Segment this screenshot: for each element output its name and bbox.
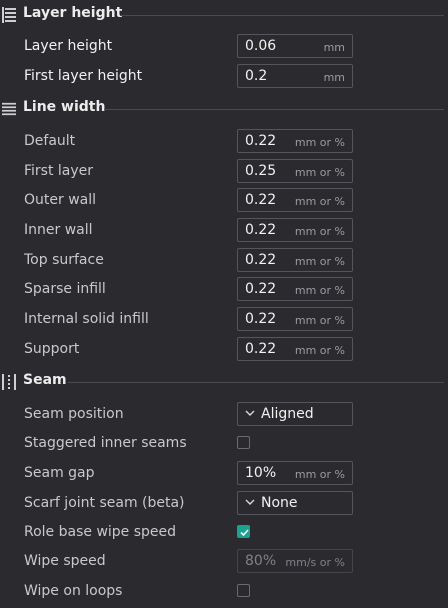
field-unit: mm or % [294, 255, 345, 268]
inner-wall-width-input[interactable]: 0.22 mm or % [237, 218, 353, 242]
label-scarf-joint-seam: Scarf joint seam (beta) [24, 495, 185, 511]
field-unit: mm or % [294, 225, 345, 238]
label-sparse-infill: Sparse infill [24, 281, 106, 297]
sparse-infill-width-input[interactable]: 0.22 mm or % [237, 277, 353, 301]
section-divider [104, 109, 444, 110]
label-default: Default [24, 133, 76, 149]
scarf-joint-seam-select[interactable]: None [237, 491, 353, 515]
field-value: 80% [245, 553, 277, 569]
field-unit: mm or % [294, 314, 345, 327]
field-value: 10% [245, 465, 277, 481]
label-first-layer-height: First layer height [24, 68, 143, 84]
seam-icon [2, 374, 16, 390]
row-default: Default 0.22 mm or % [0, 128, 448, 158]
default-width-input[interactable]: 0.22 mm or % [237, 129, 353, 153]
row-wipe-speed: Wipe speed 80% mm/s or % [0, 548, 448, 578]
label-support: Support [24, 341, 80, 357]
row-support: Support 0.22 mm or % [0, 336, 448, 366]
field-unit: mm or % [294, 195, 345, 208]
field-unit: mm or % [294, 468, 345, 481]
role-base-wipe-speed-checkbox[interactable] [237, 525, 250, 538]
label-role-base-wipe-speed: Role base wipe speed [24, 524, 177, 540]
label-outer-wall: Outer wall [24, 192, 97, 208]
label-wipe-on-loops: Wipe on loops [24, 583, 123, 599]
wipe-speed-input[interactable]: 80% mm/s or % [237, 549, 353, 573]
select-value: None [261, 495, 298, 511]
section-title: Seam [23, 372, 67, 388]
field-unit: mm or % [294, 166, 345, 179]
label-wipe-speed: Wipe speed [24, 553, 106, 569]
label-layer-height: Layer height [24, 38, 113, 54]
section-title: Layer height [23, 5, 123, 21]
label-staggered-inner-seams: Staggered inner seams [24, 435, 187, 451]
layer-height-input[interactable]: 0.06 mm [237, 34, 353, 58]
select-value: Aligned [261, 406, 314, 422]
chevron-down-icon [245, 499, 255, 505]
field-unit: mm [323, 71, 345, 84]
label-first-layer: First layer [24, 163, 94, 179]
label-seam-position: Seam position [24, 406, 124, 422]
field-unit: mm/s or % [285, 556, 345, 569]
staggered-inner-seams-checkbox[interactable] [237, 436, 250, 449]
field-value: 0.22 [245, 252, 277, 268]
line-width-icon [2, 102, 16, 116]
label-seam-gap: Seam gap [24, 465, 95, 481]
section-divider [120, 15, 444, 16]
field-unit: mm or % [294, 344, 345, 357]
row-seam-position: Seam position Aligned [0, 401, 448, 431]
row-staggered-inner-seams: Staggered inner seams [0, 430, 448, 460]
outer-wall-width-input[interactable]: 0.22 mm or % [237, 188, 353, 212]
section-divider [68, 382, 444, 383]
field-value: 0.22 [245, 311, 277, 327]
row-first-layer-height: First layer height 0.2 mm [0, 63, 448, 93]
check-icon [240, 529, 249, 537]
first-layer-height-input[interactable]: 0.2 mm [237, 64, 353, 88]
field-unit: mm or % [294, 136, 345, 149]
section-seam: Seam [0, 371, 448, 395]
row-scarf-joint-seam: Scarf joint seam (beta) None [0, 490, 448, 520]
section-title: Line width [23, 99, 106, 115]
row-role-base-wipe-speed: Role base wipe speed [0, 519, 448, 549]
label-internal-solid-infill: Internal solid infill [24, 311, 149, 327]
internal-solid-infill-width-input[interactable]: 0.22 mm or % [237, 307, 353, 331]
field-unit: mm or % [294, 284, 345, 297]
label-top-surface: Top surface [24, 252, 104, 268]
row-sparse-infill: Sparse infill 0.22 mm or % [0, 276, 448, 306]
row-outer-wall: Outer wall 0.22 mm or % [0, 187, 448, 217]
row-first-layer: First layer 0.25 mm or % [0, 158, 448, 188]
top-surface-width-input[interactable]: 0.22 mm or % [237, 248, 353, 272]
seam-position-select[interactable]: Aligned [237, 402, 353, 426]
wipe-on-loops-checkbox[interactable] [237, 584, 250, 597]
first-layer-width-input[interactable]: 0.25 mm or % [237, 159, 353, 183]
field-value: 0.2 [245, 68, 268, 84]
chevron-down-icon [245, 410, 255, 416]
seam-gap-input[interactable]: 10% mm or % [237, 461, 353, 485]
field-value: 0.25 [245, 163, 277, 179]
support-width-input[interactable]: 0.22 mm or % [237, 337, 353, 361]
field-unit: mm [323, 41, 345, 54]
row-wipe-on-loops: Wipe on loops [0, 578, 448, 608]
row-layer-height: Layer height 0.06 mm [0, 33, 448, 63]
label-inner-wall: Inner wall [24, 222, 93, 238]
field-value: 0.22 [245, 341, 277, 357]
field-value: 0.22 [245, 192, 277, 208]
field-value: 0.22 [245, 222, 277, 238]
row-internal-solid-infill: Internal solid infill 0.22 mm or % [0, 306, 448, 336]
field-value: 0.22 [245, 133, 277, 149]
row-top-surface: Top surface 0.22 mm or % [0, 247, 448, 277]
field-value: 0.06 [245, 38, 277, 54]
row-seam-gap: Seam gap 10% mm or % [0, 460, 448, 490]
layer-height-icon [2, 7, 16, 23]
section-layer-height: Layer height [0, 4, 448, 28]
row-inner-wall: Inner wall 0.22 mm or % [0, 217, 448, 247]
field-value: 0.22 [245, 281, 277, 297]
section-line-width: Line width [0, 98, 448, 122]
